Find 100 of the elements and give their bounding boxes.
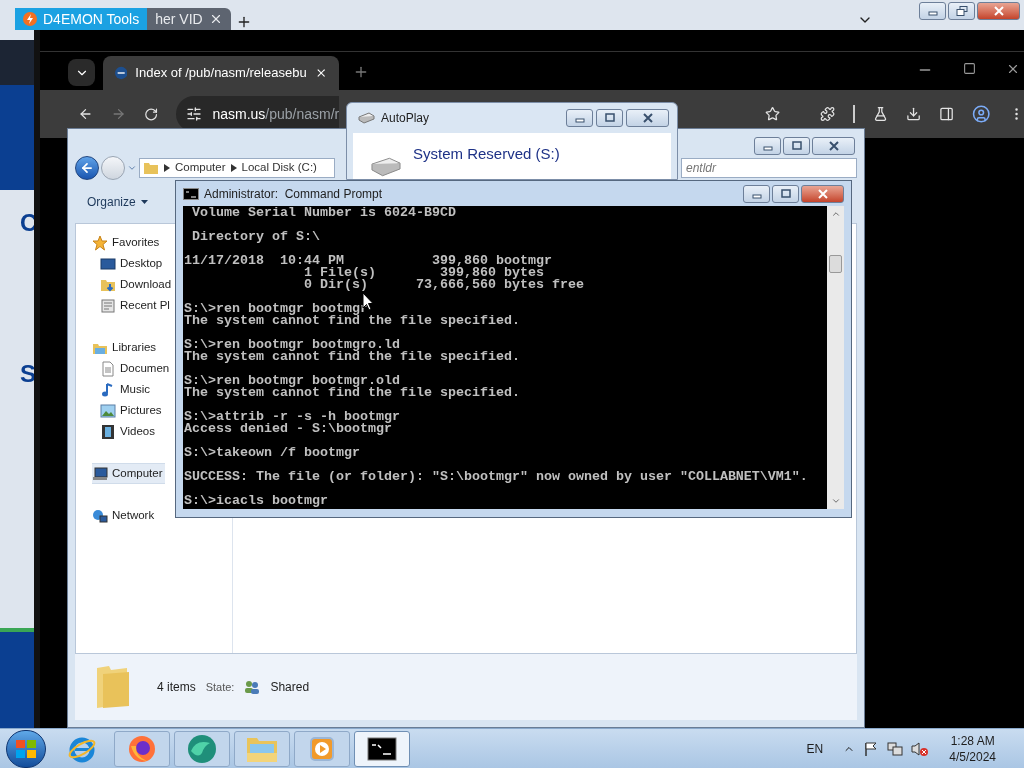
side-panel-icon[interactable] — [939, 105, 955, 123]
search-field[interactable]: entldr — [681, 158, 857, 178]
restore-glyph-icon — [955, 6, 968, 16]
extensions-icon[interactable] — [820, 105, 836, 123]
folder-icon — [143, 160, 159, 176]
minimize-button[interactable] — [919, 2, 946, 20]
console-icon — [367, 736, 397, 761]
network-icon — [92, 507, 108, 524]
firefox-icon — [127, 733, 157, 764]
caret-icon — [140, 200, 148, 204]
taskbar-button[interactable] — [354, 730, 410, 767]
nav-item[interactable]: Pictures — [100, 400, 164, 421]
drive-name: System Reserved (S:) — [413, 144, 560, 164]
pictures-icon — [100, 402, 116, 419]
browser-icon — [186, 732, 218, 765]
close-button[interactable] — [812, 137, 855, 155]
breadcrumb-item[interactable]: Local Disk (C:) — [241, 159, 317, 177]
maximize-button[interactable] — [772, 184, 799, 203]
start-button[interactable] — [6, 729, 46, 768]
document-icon — [100, 360, 116, 377]
computer-icon — [92, 465, 108, 482]
favicon-icon — [115, 66, 128, 80]
nav-item[interactable]: Recent Pl — [100, 295, 172, 316]
close-button[interactable] — [801, 184, 844, 203]
language-indicator[interactable]: EN — [806, 739, 824, 758]
page-top-bar — [0, 40, 34, 85]
console-line: SUCCESS: The file (or folder): "S:\bootmgr" now owned by user "COLLABNET\VM1". — [184, 471, 809, 483]
console-icon — [183, 187, 199, 200]
scroll-up-icon[interactable] — [830, 209, 841, 219]
scroll-down-icon[interactable] — [830, 496, 841, 506]
browser-tab[interactable]: her VID — [147, 8, 231, 30]
nav-item[interactable]: Network — [92, 505, 157, 526]
scrollbar-thumb[interactable] — [829, 255, 842, 273]
users-icon — [244, 680, 261, 694]
console-line: The system cannot find the file specified. — [184, 351, 521, 363]
breadcrumb-item[interactable]: Computer — [175, 159, 226, 177]
maximize-button[interactable] — [596, 109, 623, 127]
minimize-button[interactable] — [754, 137, 781, 155]
clock-date[interactable]: 4/5/2024 — [949, 748, 996, 765]
desktop-icon — [100, 255, 116, 272]
window-title: AutoPlay — [381, 110, 430, 127]
console-line: The system cannot find the file specified. — [184, 315, 521, 327]
recent-places-icon — [100, 297, 116, 314]
organize-menu[interactable]: Organize — [87, 193, 148, 211]
max-glyph-icon — [779, 188, 792, 199]
film-icon — [100, 423, 116, 440]
flask-icon[interactable] — [873, 105, 889, 123]
nav-item[interactable]: Computer — [92, 463, 165, 484]
close-glyph-icon — [827, 141, 840, 151]
address-field[interactable]: Computer Local Disk (C:) — [139, 158, 335, 178]
browser-tab[interactable]: Index of /pub/nasm/releasebu — [103, 56, 339, 90]
back-button[interactable] — [75, 156, 99, 180]
console-line: Volume Serial Number is 6024-B9CD — [191, 207, 457, 219]
breadcrumb-arrow-icon[interactable] — [164, 164, 170, 172]
profile-icon[interactable] — [972, 103, 991, 125]
max-glyph-icon — [603, 113, 616, 123]
nav-item[interactable]: Download — [100, 274, 174, 295]
tab-search-button[interactable] — [68, 59, 95, 86]
speaker-icon[interactable] — [911, 740, 930, 757]
console-line: Access denied - S:\bootmgr — [184, 423, 392, 435]
console-line: S:\>ren bootmgr bootmgr.old — [184, 375, 400, 387]
close-icon[interactable] — [1006, 62, 1020, 76]
console-line: S:\>takeown /f bootmgr — [184, 447, 361, 459]
nav-item[interactable]: Music — [100, 379, 153, 400]
window-title: Administrator: Command Prompt — [204, 185, 383, 203]
start-orb-icon — [16, 739, 36, 758]
restore-button[interactable] — [948, 2, 975, 20]
drive-icon — [357, 112, 375, 124]
minimize-button[interactable] — [566, 109, 593, 127]
max-glyph-icon — [790, 141, 803, 151]
network-icon[interactable] — [887, 740, 904, 757]
nav-item[interactable]: Favorites — [92, 232, 162, 253]
breadcrumb-arrow-icon[interactable] — [230, 164, 237, 172]
nav-item[interactable]: Videos — [100, 421, 157, 442]
maximize-icon[interactable] — [963, 62, 976, 75]
site-settings-icon[interactable] — [186, 106, 203, 122]
close-glyph-icon — [816, 188, 829, 199]
console-line: 11/17/2018 10:44 PM 399,860 bootmgr — [184, 255, 553, 267]
bookmark-star-icon[interactable] — [765, 105, 781, 123]
new-tab-icon[interactable] — [236, 14, 252, 30]
item-count: 4 items — [157, 679, 196, 696]
maximize-button[interactable] — [783, 137, 810, 155]
close-glyph-icon — [992, 6, 1005, 16]
nav-item[interactable]: Desktop — [100, 253, 165, 274]
nav-item[interactable]: Libraries — [92, 337, 159, 358]
scrollbar[interactable] — [827, 206, 844, 509]
console-line: S:\>ren bootmgr bootmgr — [184, 303, 369, 315]
download-icon[interactable] — [906, 105, 922, 123]
drive-icon — [371, 157, 401, 177]
close-button[interactable] — [977, 2, 1020, 20]
console-line: The system cannot find the file specified. — [184, 387, 521, 399]
console-line: S:\>icacls bootmgr — [184, 495, 329, 507]
new-tab-icon[interactable] — [353, 64, 369, 80]
close-button[interactable] — [626, 109, 669, 127]
star-icon — [92, 234, 108, 251]
url-text: nasm.us/pub/nasm/r — [212, 104, 340, 124]
clock-time[interactable]: 1:28 AM — [950, 732, 995, 749]
console-line: S:\>ren bootmgr bootmgro.ld — [184, 339, 400, 351]
minimize-button[interactable] — [743, 184, 770, 203]
nav-item[interactable]: Documen — [100, 358, 172, 379]
